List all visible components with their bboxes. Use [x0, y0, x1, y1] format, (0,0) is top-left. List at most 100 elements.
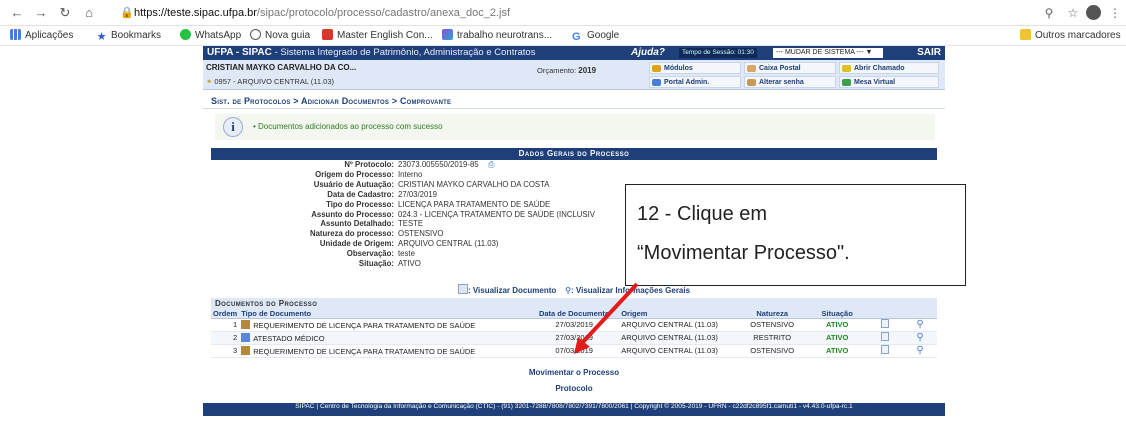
whatsapp-icon — [180, 29, 191, 40]
bookmark-nova-guia[interactable]: Nova guia — [250, 28, 310, 44]
documents-title: Documentos do Processo — [211, 298, 937, 309]
document-icon — [881, 345, 890, 354]
view-document-label: : Visualizar Documento — [467, 286, 557, 295]
column-header-actions — [903, 309, 937, 319]
open-ticket-button[interactable]: Abrir Chamado — [839, 62, 939, 74]
star-icon[interactable]: ☆ — [1064, 4, 1082, 22]
bookmark-trabalho[interactable]: trabalho neurotrans... — [442, 28, 552, 44]
document-type-icon — [241, 332, 251, 342]
view-info-button[interactable]: ⚲ — [903, 318, 937, 332]
module-label: Módulos — [664, 65, 693, 72]
view-document-link[interactable]: : Visualizar Documento — [457, 284, 557, 295]
detail-value: 024.3 - LICENÇA TRATAMENTO DE SAÚDE (INC… — [398, 209, 595, 219]
detail-label: Tipo do Processo: — [326, 199, 394, 209]
budget-year: 2019 — [578, 66, 597, 75]
admin-portal-button[interactable]: Portal Admin. — [649, 76, 741, 88]
detail-value: CRISTIAN MAYKO CARVALHO DA COSTA — [398, 179, 550, 189]
callout-line-1: 12 - Clique em — [637, 203, 768, 225]
bookmark-apps[interactable]: Aplicações — [10, 28, 73, 44]
back-icon[interactable]: ← — [8, 4, 26, 22]
mailbox-button[interactable]: Caixa Postal — [744, 62, 836, 74]
url-host: https://teste.sipac.ufpa.br — [134, 7, 257, 19]
ticket-icon — [842, 65, 851, 72]
document-icon — [881, 332, 890, 341]
reload-icon[interactable]: ↻ — [56, 4, 74, 22]
user-unit: ✦ 0957 - ARQUIVO CENTRAL (11.03) — [206, 77, 334, 86]
detail-value: LICENÇA PARA TRATAMENTO DE SAÚDE — [398, 199, 551, 209]
module-label: Abrir Chamado — [854, 65, 905, 72]
documents-table: Ordem Tipo de Documento Data de Document… — [211, 309, 937, 358]
module-label: Caixa Postal — [759, 65, 801, 72]
forward-icon[interactable]: → — [32, 4, 50, 22]
change-system-select[interactable]: --- MUDAR DE SISTEMA --- ▼ — [773, 48, 883, 58]
user-info-bar: CRISTIAN MAYKO CARVALHO DA CO... ✦ 0957 … — [203, 60, 945, 90]
bookmark-outros[interactable]: Outros marcadores — [1020, 28, 1121, 44]
detail-value: OSTENSIVO — [398, 229, 444, 239]
unit-label: 0957 - ARQUIVO CENTRAL (11.03) — [214, 77, 335, 86]
zoom-icon[interactable]: ⚲ — [1040, 4, 1058, 22]
info-icon: i — [223, 117, 243, 137]
bookmark-google[interactable]: G Google — [572, 28, 619, 44]
module-label: Mesa Virtual — [854, 79, 896, 86]
view-document-button[interactable] — [867, 344, 904, 358]
detail-row: Origem do Processo: Interno — [211, 170, 937, 180]
view-info-label: : Visualizar Informações Gerais — [571, 286, 691, 295]
view-info-button[interactable]: ⚲ — [903, 344, 937, 358]
bookmark-bookmarks[interactable]: ★ Bookmarks — [96, 28, 161, 44]
protocol-link[interactable]: Protocolo — [211, 384, 937, 393]
user-name: CRISTIAN MAYKO CARVALHO DA CO... — [206, 63, 357, 72]
document-type-label: REQUERIMENTO DE LICENÇA PARA TRATAMENTO … — [253, 346, 476, 356]
cell-natureza: OSTENSIVO — [737, 344, 808, 358]
bookmark-label: WhatsApp — [195, 30, 242, 41]
move-process-link[interactable]: Movimentar o Processo — [211, 368, 937, 377]
table-row: 2 ATESTADO MÉDICO 27/03/2019 ARQUIVO CENTRA… — [211, 331, 937, 345]
column-header: Natureza — [737, 309, 808, 319]
sipac-header: UFPA - SIPAC - Sistema Integrado de Patr… — [203, 46, 945, 60]
bookmark-whatsapp[interactable]: WhatsApp — [180, 28, 241, 44]
portal-icon — [652, 79, 661, 86]
document-type-label: REQUERIMENTO DE LICENÇA PARA TRATAMENTO … — [253, 320, 476, 330]
folder-icon — [1020, 29, 1031, 40]
help-link[interactable]: Ajuda? — [631, 46, 665, 60]
virtual-desk-button[interactable]: Mesa Virtual — [839, 76, 939, 88]
print-icon[interactable]: ⎙ — [488, 160, 494, 170]
module-label: Alterar senha — [759, 79, 804, 86]
bookmark-master-english[interactable]: Master English Con... — [322, 28, 433, 44]
cell-data: 27/03/2019 — [529, 318, 620, 332]
cell-origem: ARQUIVO CENTRAL (11.03) — [619, 331, 738, 345]
logout-button[interactable]: SAIR — [917, 46, 941, 60]
view-info-link[interactable]: ⚲: Visualizar Informações Gerais — [565, 286, 690, 295]
column-header: Tipo de Documento — [239, 309, 530, 319]
document-type-label: ATESTADO MÉDICO — [253, 333, 325, 343]
star-icon: ★ — [96, 31, 107, 43]
magnifier-icon: ⚲ — [916, 332, 924, 343]
menu-icon[interactable]: ⋮ — [1106, 4, 1124, 22]
view-info-button[interactable]: ⚲ — [903, 331, 937, 345]
mailbox-icon — [747, 65, 756, 72]
cell-situacao: ATIVO — [807, 318, 868, 332]
success-message: • Documentos adicionados ao processo com… — [253, 122, 443, 131]
detail-label: Origem do Processo: — [315, 169, 394, 179]
cell-ordem: 3 — [211, 344, 240, 358]
system-subtitle: - Sistema Integrado de Patrimônio, Admin… — [274, 47, 536, 58]
column-header: Ordem — [211, 309, 240, 319]
address-bar[interactable]: 🔒https://teste.sipac.ufpa.br/sipac/proto… — [120, 3, 1080, 23]
profile-avatar[interactable] — [1086, 5, 1101, 20]
view-document-button[interactable] — [867, 318, 904, 332]
home-icon[interactable]: ⌂ — [80, 4, 98, 22]
document-icon — [881, 319, 890, 328]
change-password-button[interactable]: Alterar senha — [744, 76, 836, 88]
bookmark-label: Bookmarks — [111, 30, 162, 41]
cell-tipo: REQUERIMENTO DE LICENÇA PARA TRATAMENTO … — [239, 344, 530, 358]
modules-button[interactable]: Módulos — [649, 62, 741, 74]
detail-row: Nº Protocolo: 23073.005550/2019-85 ⎙ — [211, 160, 937, 170]
breadcrumb: Sist. de Protocolos > Adicionar Document… — [203, 93, 945, 109]
bookmarks-bar: Aplicações ★ Bookmarks WhatsApp Nova guia… — [0, 26, 1126, 46]
column-header: Data de Documento — [529, 309, 620, 319]
detail-value: 23073.005550/2019-85 — [398, 160, 479, 169]
view-document-button[interactable] — [867, 331, 904, 345]
cell-ordem: 1 — [211, 318, 240, 332]
detail-label: Natureza do processo: — [309, 229, 394, 239]
detail-value: ARQUIVO CENTRAL (11.03) — [398, 239, 499, 249]
cell-ordem: 2 — [211, 331, 240, 345]
